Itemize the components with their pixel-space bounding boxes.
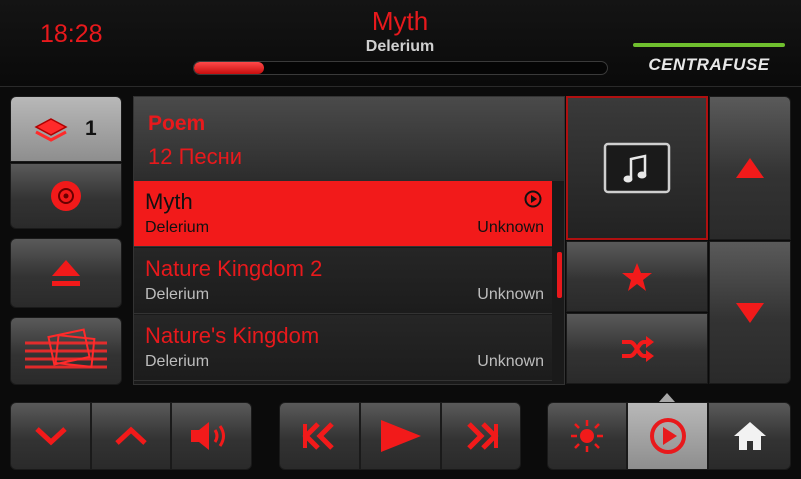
track-row[interactable]: Nature Kingdom 2 Delerium Unknown	[134, 248, 552, 314]
playing-indicator-icon	[524, 190, 542, 208]
playback-progress-bar[interactable]	[193, 61, 608, 75]
header-bar: 18:28 Myth Delerium CENTRAFUSE	[0, 0, 801, 87]
scroll-up-button[interactable]	[709, 96, 791, 240]
next-button[interactable]	[441, 402, 521, 470]
track-title: Myth	[145, 189, 193, 214]
scroll-down-button[interactable]	[709, 241, 791, 384]
track-row[interactable]: Myth Delerium Unknown	[134, 181, 552, 247]
cards-button[interactable]	[10, 317, 122, 385]
track-duration: Unknown	[477, 286, 544, 303]
shuffle-button[interactable]	[566, 313, 708, 384]
volume-button[interactable]	[171, 402, 252, 470]
track-list-panel: Poem 12 Песни Myth Delerium Unknown Natu…	[133, 96, 565, 385]
centrafuse-logo: CENTRAFUSE	[633, 43, 785, 79]
volume-icon	[190, 422, 225, 450]
now-playing-icon	[649, 418, 686, 454]
list-up-button[interactable]	[91, 402, 171, 470]
now-playing-title: Myth	[371, 6, 429, 36]
chevron-down-icon	[34, 427, 67, 446]
arrow-down-icon	[736, 302, 764, 323]
disc-button[interactable]	[10, 163, 122, 229]
track-duration: Unknown	[477, 353, 544, 370]
play-icon	[380, 420, 421, 452]
track-artist: Delerium	[145, 353, 210, 370]
now-playing-button[interactable]	[627, 402, 708, 470]
track-duration: Unknown	[477, 219, 544, 236]
progress-fill	[194, 62, 265, 74]
chevron-up-icon	[115, 426, 147, 445]
track-row[interactable]: Nature's Kingdom Delerium Unknown	[134, 315, 552, 381]
layers-button[interactable]: 1	[10, 96, 122, 162]
now-playing-artist: Delerium	[365, 38, 435, 55]
track-artist: Delerium	[145, 219, 210, 236]
list-scrollbar[interactable]	[554, 181, 564, 384]
play-button[interactable]	[360, 402, 441, 470]
cards-icon	[25, 328, 107, 369]
next-icon	[467, 422, 499, 450]
previous-icon	[301, 422, 334, 450]
star-icon	[622, 262, 652, 291]
disc-icon	[51, 181, 81, 211]
clock: 18:28	[40, 20, 103, 48]
song-count: 12 Песни	[148, 144, 243, 169]
track-title: Nature Kingdom 2	[145, 256, 323, 281]
music-note-icon	[603, 142, 671, 194]
track-title: Nature's Kingdom	[145, 323, 320, 348]
home-icon	[733, 422, 766, 450]
arrow-up-icon	[736, 158, 764, 178]
layers-icon	[34, 118, 68, 142]
scrollbar-thumb[interactable]	[557, 252, 562, 298]
brightness-button[interactable]	[547, 402, 627, 470]
eject-icon	[52, 260, 80, 286]
shuffle-icon	[622, 335, 654, 362]
eject-button[interactable]	[10, 238, 122, 308]
list-down-button[interactable]	[10, 402, 91, 470]
logo-bar	[633, 43, 785, 47]
album-name: Poem	[148, 112, 206, 135]
home-button[interactable]	[708, 402, 791, 470]
logo-text: CENTRAFUSE	[648, 55, 770, 74]
album-header: Poem 12 Песни	[134, 97, 564, 181]
track-artist: Delerium	[145, 286, 210, 303]
layers-count: 1	[85, 117, 97, 140]
music-source-button[interactable]	[566, 96, 708, 240]
brightness-icon	[571, 420, 603, 452]
active-indicator	[659, 393, 675, 402]
previous-button[interactable]	[279, 402, 360, 470]
favorite-button[interactable]	[566, 241, 708, 312]
